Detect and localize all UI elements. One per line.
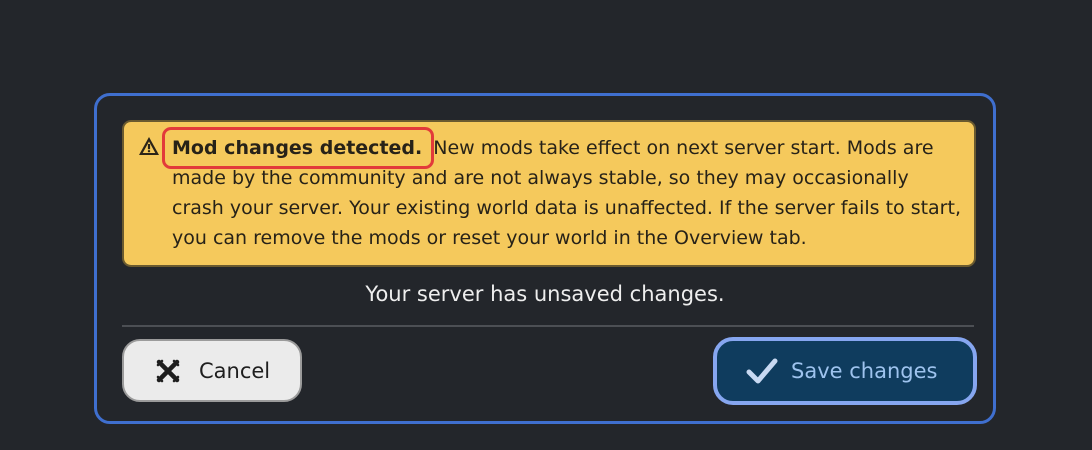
checkmark-icon (745, 356, 779, 386)
close-x-icon (153, 356, 183, 386)
unsaved-changes-dialog: Mod changes detected. New mods take effe… (94, 93, 996, 424)
cancel-button[interactable]: Cancel (122, 339, 302, 402)
mod-warning-banner: Mod changes detected. New mods take effe… (122, 120, 976, 267)
save-button-label: Save changes (791, 359, 938, 383)
save-changes-button[interactable]: Save changes (713, 337, 977, 405)
unsaved-changes-text: Your server has unsaved changes. (365, 282, 725, 306)
warning-triangle-icon (138, 135, 160, 157)
warning-message: Mod changes detected. New mods take effe… (162, 127, 962, 253)
divider (122, 325, 974, 327)
cancel-button-label: Cancel (199, 358, 271, 383)
warning-title: Mod changes detected. (162, 127, 435, 169)
